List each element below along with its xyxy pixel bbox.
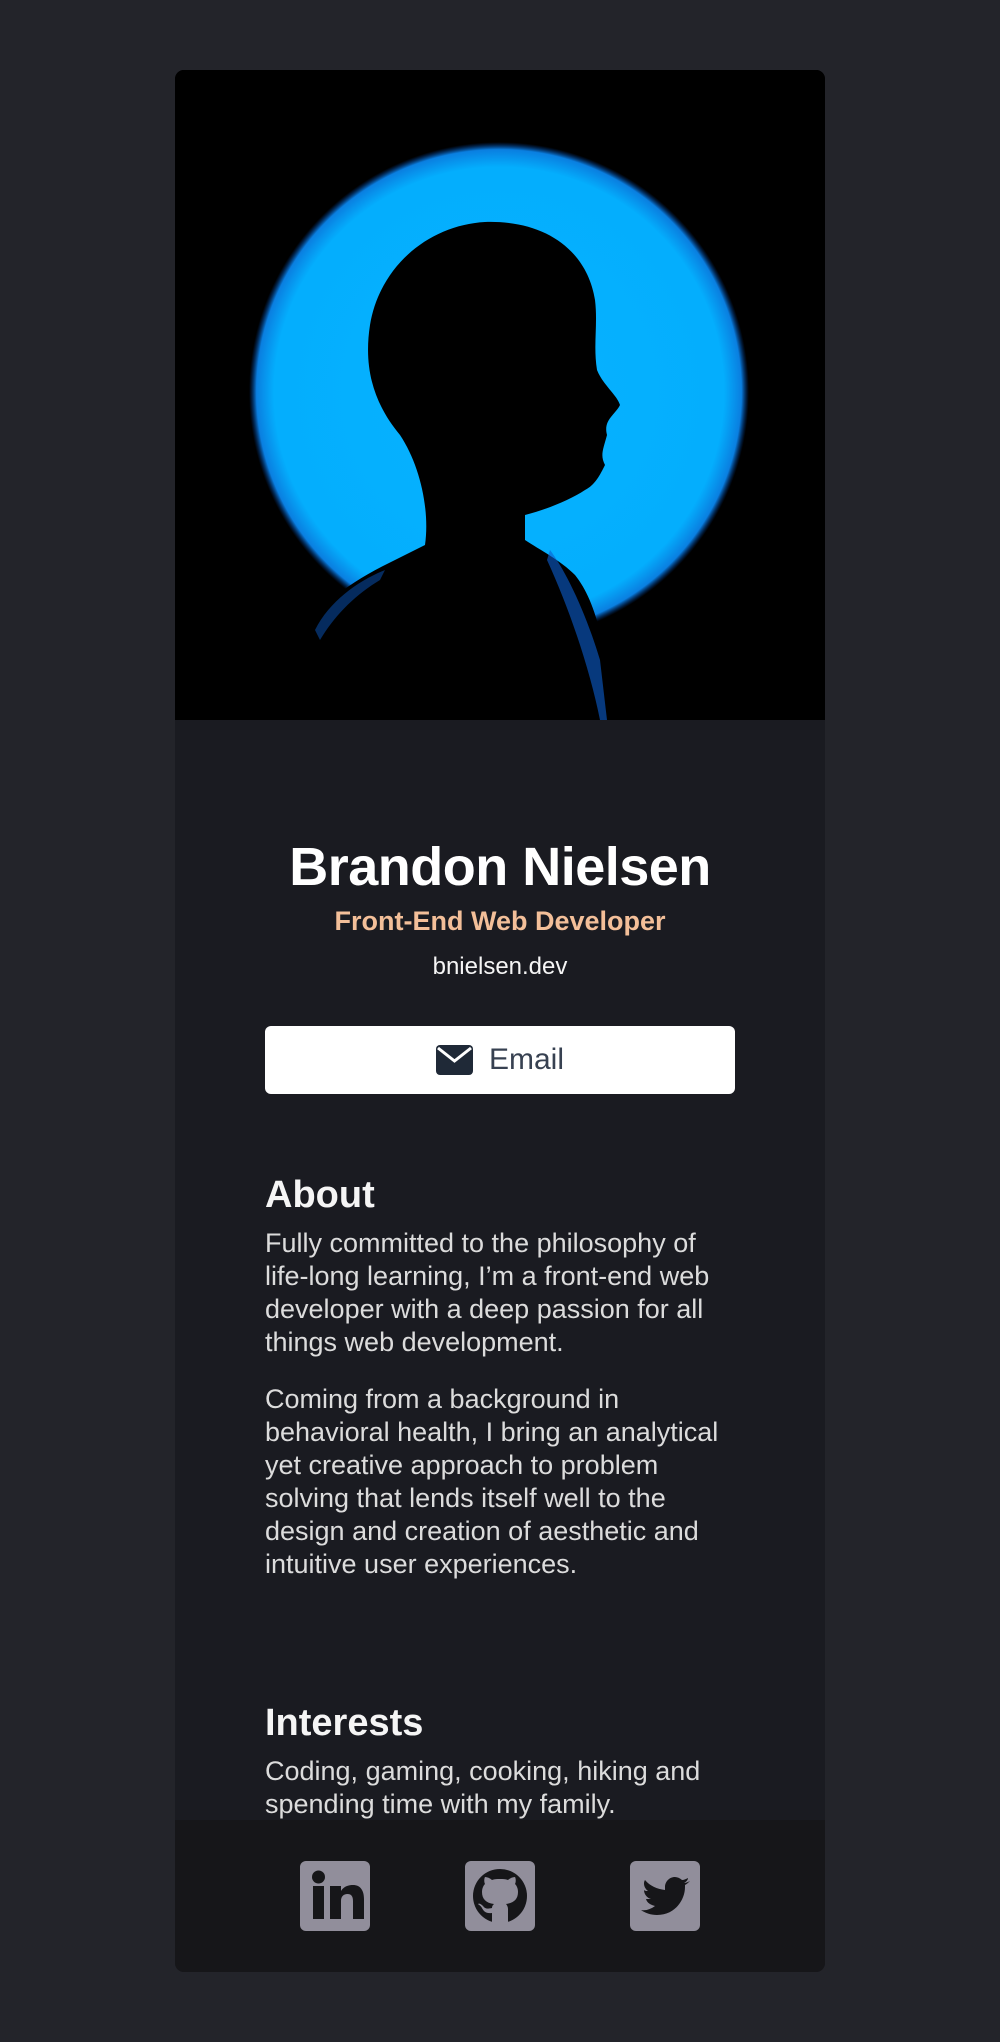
about-paragraph-1: Fully committed to the philosophy of lif… xyxy=(265,1228,710,1357)
about-section: About Fully committed to the philosophy … xyxy=(265,1174,745,1581)
email-button[interactable]: Email xyxy=(265,1026,735,1094)
social-footer xyxy=(175,1820,825,1972)
profile-role: Front-End Web Developer xyxy=(334,906,666,936)
envelope-icon xyxy=(435,1045,473,1075)
profile-website-link[interactable]: bnielsen.dev xyxy=(175,953,825,981)
email-button-label: Email xyxy=(488,1043,564,1076)
about-heading: About xyxy=(265,1174,375,1216)
twitter-icon[interactable] xyxy=(630,1861,700,1931)
profile-photo xyxy=(175,70,825,720)
interests-section: Interests Coding, gaming, cooking, hikin… xyxy=(265,1702,745,1821)
profile-card: Brandon Nielsen Front-End Web Developer … xyxy=(175,70,825,1972)
github-icon[interactable] xyxy=(465,1861,535,1931)
about-paragraph-2: Coming from a background in behavioral h… xyxy=(265,1384,719,1579)
interests-heading: Interests xyxy=(265,1702,424,1744)
linkedin-icon[interactable] xyxy=(300,1861,370,1931)
profile-name: Brandon Nielsen xyxy=(289,837,711,897)
interests-text: Coding, gaming, cooking, hiking and spen… xyxy=(265,1756,701,1819)
